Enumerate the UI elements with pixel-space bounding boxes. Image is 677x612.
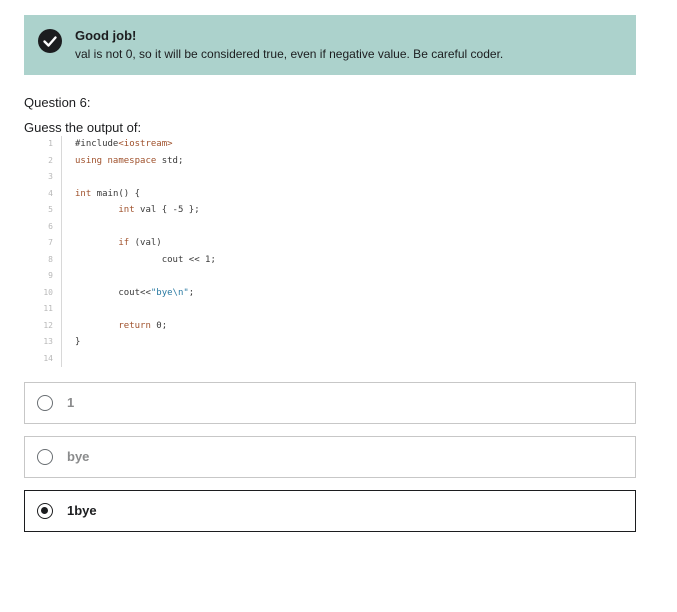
gutter-divider xyxy=(61,350,62,367)
code-line: 3 xyxy=(24,169,424,186)
code-text: #include<iostream> xyxy=(75,136,173,153)
code-line: 6 xyxy=(24,218,424,235)
check-circle-icon xyxy=(38,29,62,53)
answer-option-1bye[interactable]: 1bye xyxy=(24,490,636,532)
code-token: int xyxy=(75,188,92,199)
code-line: 10 cout<<"bye\n"; xyxy=(24,284,424,302)
code-text: } xyxy=(75,334,80,351)
gutter-divider xyxy=(61,218,62,235)
code-token: "bye\n" xyxy=(150,287,189,298)
answer-option-1[interactable]: 1 xyxy=(24,382,636,424)
code-line: 2 using namespace std; xyxy=(24,152,424,170)
code-line: 1 #include<iostream> xyxy=(24,136,424,153)
answer-label: 1bye xyxy=(67,503,97,518)
gutter-divider xyxy=(61,152,62,169)
line-number: 2 xyxy=(48,155,53,165)
feedback-message: val is not 0, so it will be considered t… xyxy=(75,47,504,61)
line-number: 11 xyxy=(43,304,53,313)
code-token: val { -5 }; xyxy=(134,205,200,215)
radio-button[interactable] xyxy=(37,395,53,411)
code-token: using namespace xyxy=(75,155,157,166)
code-token: ; xyxy=(188,287,195,298)
gutter-divider xyxy=(61,334,62,351)
line-number: 6 xyxy=(48,221,53,231)
line-number: 13 xyxy=(43,337,53,346)
line-number: 7 xyxy=(48,238,53,247)
line-number: 8 xyxy=(48,254,53,264)
code-line: 5 int val { -5 }; xyxy=(24,202,424,219)
line-number: 4 xyxy=(48,188,53,198)
code-text: if (val) xyxy=(75,235,162,252)
gutter-divider xyxy=(61,284,62,301)
answer-option-bye[interactable]: bye xyxy=(24,436,636,478)
code-token: 0; xyxy=(150,320,168,331)
code-text: return 0; xyxy=(75,318,167,335)
code-line: 9 xyxy=(24,268,424,285)
feedback-banner: Good job! val is not 0, so it will be co… xyxy=(24,15,636,75)
code-text: cout<<"bye\n"; xyxy=(75,285,194,302)
gutter-divider xyxy=(61,169,62,186)
code-text: cout << 1; xyxy=(75,252,216,269)
radio-button[interactable] xyxy=(37,503,53,519)
code-token: (val) xyxy=(129,238,162,248)
line-number: 12 xyxy=(43,320,53,330)
code-line: 14 xyxy=(24,350,424,367)
answer-label: bye xyxy=(67,449,90,464)
code-token: std; xyxy=(156,155,184,166)
gutter-divider xyxy=(61,202,62,219)
code-token: cout << 1; xyxy=(75,254,216,265)
gutter-divider xyxy=(61,251,62,268)
line-number: 1 xyxy=(48,139,53,148)
code-token: cout<< xyxy=(75,287,151,298)
code-block: 1 #include<iostream> 2 using namespace std;… xyxy=(24,136,424,367)
gutter-divider xyxy=(61,301,62,318)
code-line: 12 return 0; xyxy=(24,317,424,335)
code-text: int main() { xyxy=(75,186,140,203)
answer-label: 1 xyxy=(67,395,75,410)
line-number: 5 xyxy=(48,205,53,214)
code-token: if xyxy=(118,238,130,248)
code-line: 13} xyxy=(24,334,424,351)
code-token: return xyxy=(118,320,151,331)
code-token: main() { xyxy=(91,188,141,199)
line-number: 3 xyxy=(48,172,53,181)
question-number: Question 6: xyxy=(24,95,91,110)
code-token: #include xyxy=(75,139,119,149)
feedback-title: Good job! xyxy=(75,28,137,43)
code-token: <iostream> xyxy=(118,139,173,149)
code-token: int xyxy=(118,205,135,215)
code-line: 7 if (val) xyxy=(24,235,424,252)
gutter-divider xyxy=(61,235,62,252)
code-line: 4 int main() { xyxy=(24,185,424,203)
code-line: 8 cout << 1; xyxy=(24,251,424,269)
line-number: 14 xyxy=(43,353,53,363)
line-number: 9 xyxy=(48,271,53,280)
code-line: 11 xyxy=(24,301,424,318)
code-token: } xyxy=(75,337,81,347)
question-prompt: Guess the output of: xyxy=(24,120,142,135)
code-text: int val { -5 }; xyxy=(75,202,200,219)
radio-selected-dot xyxy=(41,507,48,514)
code-text: using namespace std; xyxy=(75,153,183,170)
line-number: 10 xyxy=(43,287,53,297)
gutter-divider xyxy=(61,268,62,285)
gutter-divider xyxy=(61,317,62,334)
gutter-divider xyxy=(61,185,62,202)
gutter-divider xyxy=(61,136,62,153)
radio-button[interactable] xyxy=(37,449,53,465)
